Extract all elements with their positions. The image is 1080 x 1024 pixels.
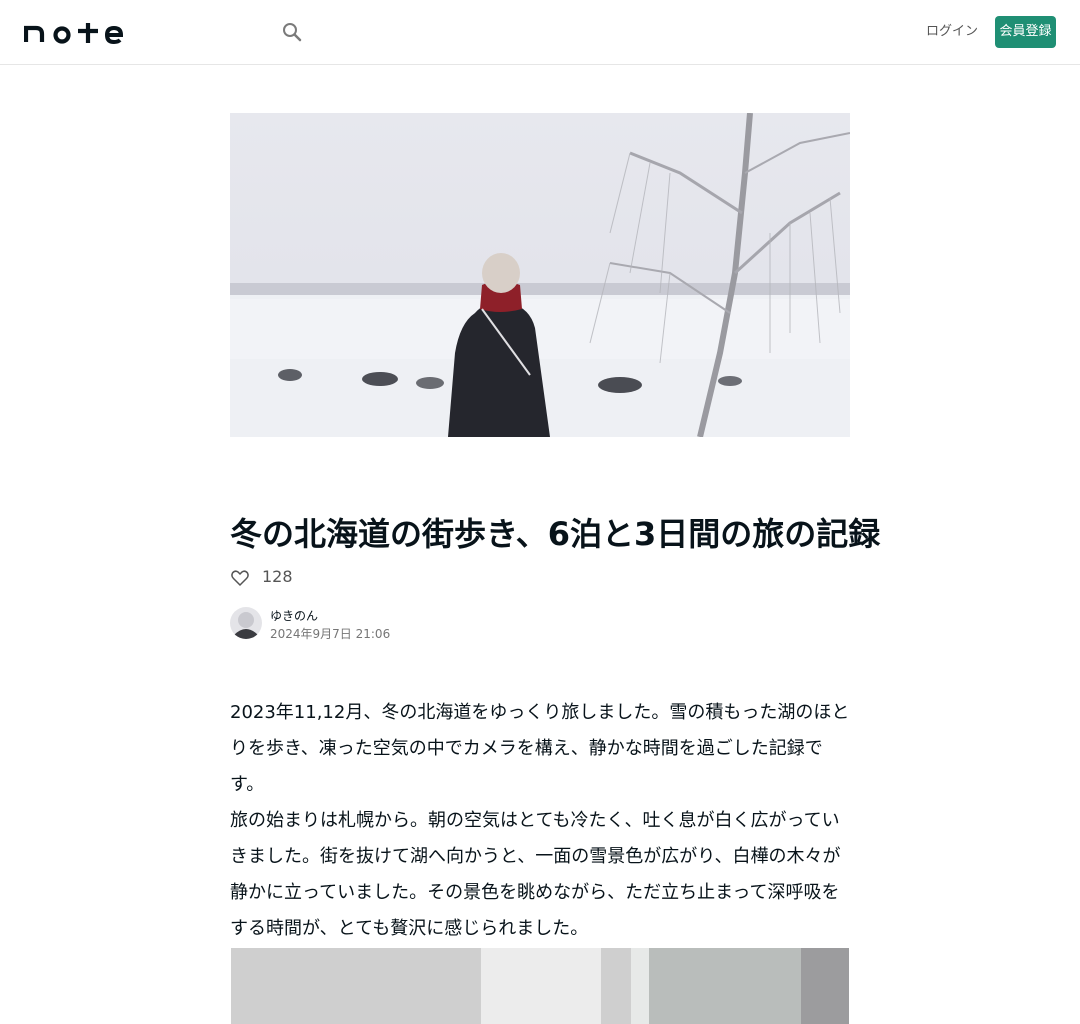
post-date: 2024年9月7日 21:06: [270, 627, 391, 641]
like-count: 128: [262, 567, 293, 586]
heart-icon: [231, 570, 249, 587]
article-paragraph: 旅の始まりは札幌から。朝の空気はとても冷たく、吐く息が白く広がっていきました。街…: [230, 810, 841, 939]
article-image: [231, 948, 849, 1024]
article-title: 冬の北海道の街歩き、6泊と3日間の旅の記録: [230, 515, 881, 553]
author-avatar[interactable]: [230, 607, 262, 639]
note-logo[interactable]: [24, 18, 124, 46]
search-button[interactable]: [278, 18, 306, 46]
like-button[interactable]: [230, 568, 250, 588]
article-paragraph: 2023年11,12月、冬の北海道をゆっくり旅しました。雪の積もった湖のほとりを…: [230, 702, 850, 795]
signup-button[interactable]: 会員登録: [995, 16, 1056, 48]
room-image: [231, 948, 849, 1024]
login-link[interactable]: ログイン: [926, 22, 978, 42]
site-header: ログイン 会員登録: [0, 0, 1080, 65]
author-info: ゆきのん 2024年9月7日 21:06: [230, 607, 530, 641]
note-logo-mark: [24, 23, 124, 45]
hero-image: [230, 113, 850, 437]
avatar-image: [230, 607, 262, 639]
search-icon: [283, 23, 302, 42]
author-name[interactable]: ゆきのん: [270, 607, 318, 625]
snow-landscape-image: [230, 113, 850, 437]
